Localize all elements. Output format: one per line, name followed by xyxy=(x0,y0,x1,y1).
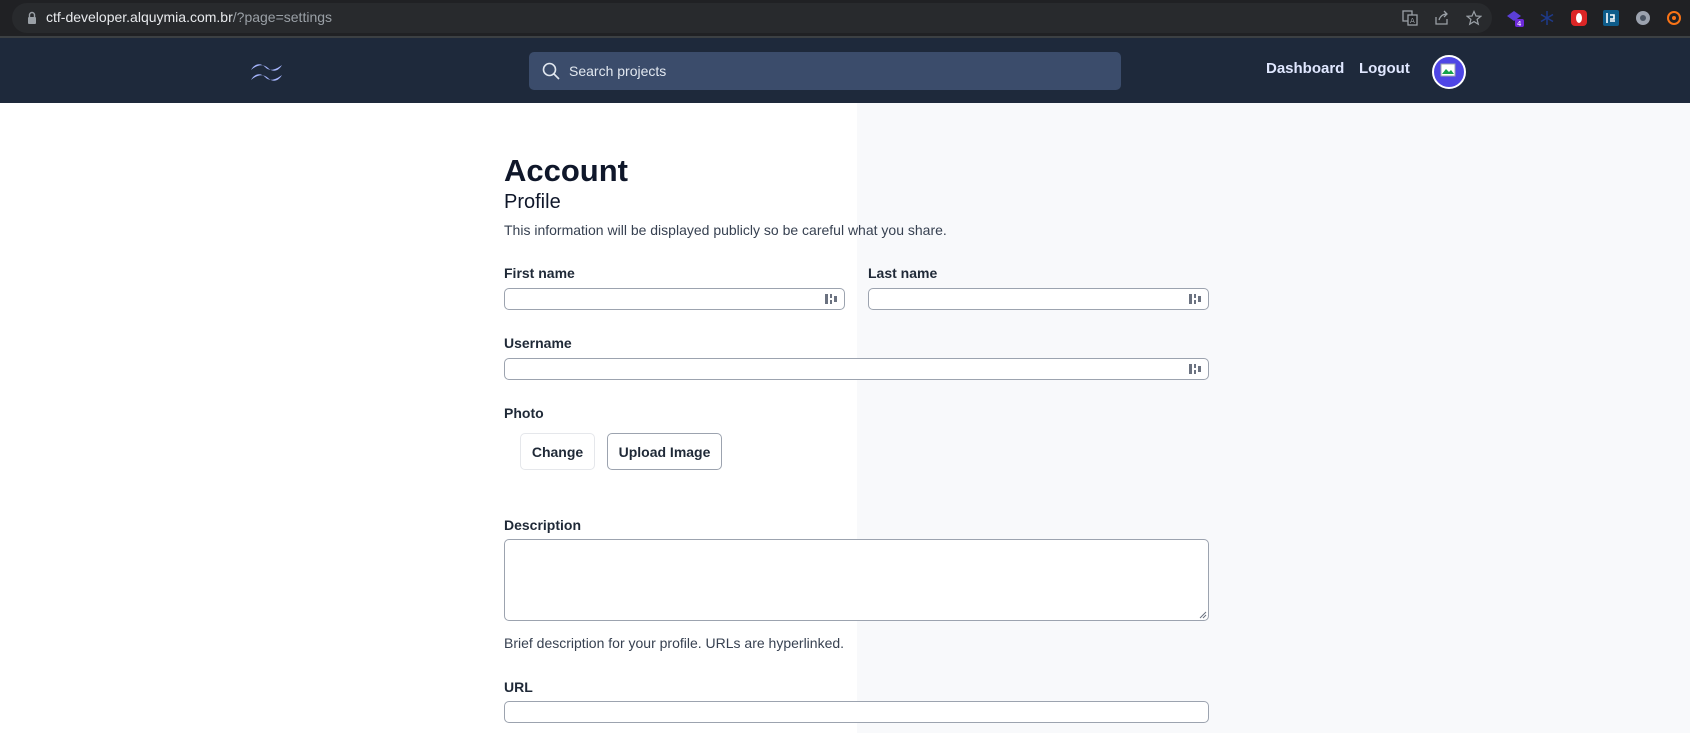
username-input[interactable] xyxy=(505,359,1208,379)
extension-icon-orange[interactable] xyxy=(1664,8,1684,28)
search-icon xyxy=(542,62,560,80)
lock-icon[interactable] xyxy=(27,11,37,25)
avatar[interactable] xyxy=(1432,55,1466,89)
description-textarea[interactable] xyxy=(504,539,1209,621)
url-field xyxy=(504,701,1209,723)
extension-badge: 4 xyxy=(1517,20,1522,28)
logout-link[interactable]: Logout xyxy=(1359,60,1410,77)
username-field xyxy=(504,358,1209,380)
search-input[interactable] xyxy=(569,52,1109,90)
extension-icon-snowflake[interactable] xyxy=(1537,8,1557,28)
page-title: Account xyxy=(504,153,628,188)
url-input[interactable] xyxy=(505,702,1208,722)
password-manager-icon[interactable] xyxy=(824,292,838,306)
extension-icon-blue[interactable] xyxy=(1601,8,1621,28)
address-url[interactable]: ctf-developer.alquymia.com.br/?page=sett… xyxy=(46,9,332,25)
first-name-field xyxy=(504,288,845,310)
dashboard-link[interactable]: Dashboard xyxy=(1266,60,1344,77)
bookmark-star-icon[interactable] xyxy=(1464,8,1484,28)
change-photo-button[interactable]: Change xyxy=(520,433,595,470)
first-name-input[interactable] xyxy=(505,289,844,309)
first-name-label: First name xyxy=(504,265,575,281)
description-hint: Brief description for your profile. URLs… xyxy=(504,635,845,651)
tailwind-logo-icon[interactable] xyxy=(249,58,285,84)
translate-icon[interactable]: A xyxy=(1400,8,1420,28)
browser-toolbar: ctf-developer.alquymia.com.br/?page=sett… xyxy=(0,0,1690,36)
last-name-input[interactable] xyxy=(869,289,1208,309)
resize-grip-icon[interactable] xyxy=(1199,611,1207,619)
url-path: /?page=settings xyxy=(232,9,333,25)
top-navbar: Dashboard Logout xyxy=(0,36,1690,103)
password-manager-icon[interactable] xyxy=(1188,362,1202,376)
extension-icon-gray[interactable] xyxy=(1633,8,1653,28)
svg-text:A: A xyxy=(1410,17,1415,25)
upload-image-button[interactable]: Upload Image xyxy=(607,433,722,470)
section-title: Profile xyxy=(504,191,561,213)
broken-image-icon xyxy=(1440,63,1456,77)
url-host: ctf-developer.alquymia.com.br xyxy=(46,9,233,25)
username-label: Username xyxy=(504,335,572,351)
extension-icon-red[interactable] xyxy=(1569,8,1589,28)
photo-label: Photo xyxy=(504,405,544,421)
url-label: URL xyxy=(504,679,533,695)
search-bar xyxy=(529,52,1121,90)
settings-page: Account Profile This information will be… xyxy=(0,103,1690,733)
password-manager-icon[interactable] xyxy=(1188,292,1202,306)
extension-icon-purple[interactable]: 4 xyxy=(1505,8,1525,28)
last-name-label: Last name xyxy=(868,265,938,281)
share-icon[interactable] xyxy=(1432,8,1452,28)
section-hint: This information will be displayed publi… xyxy=(504,222,947,238)
description-label: Description xyxy=(504,517,582,533)
last-name-field xyxy=(868,288,1209,310)
